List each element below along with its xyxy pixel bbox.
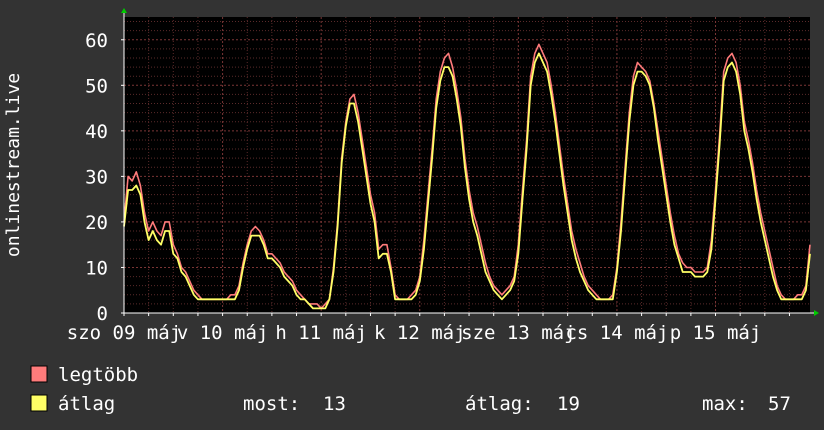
- y-axis-arrow: [121, 8, 127, 13]
- x-tick-label: k 12 máj: [374, 322, 466, 344]
- y-tick-label: 50: [85, 75, 108, 97]
- x-tick-label: cs 14 máj: [565, 322, 668, 344]
- y-tick-label: 30: [85, 166, 108, 188]
- legend-swatch-max: [30, 365, 48, 383]
- chart: 0102030405060 szo 09 májv 10 máj h 11 máj…: [3, 8, 819, 415]
- x-tick-label: p 15 máj: [670, 322, 762, 344]
- stat-max-value: 57: [768, 393, 791, 415]
- x-tick-label: sze 13 máj: [461, 322, 575, 344]
- stat-max-label: max:: [702, 393, 748, 415]
- legend-label-max: legtöbb: [58, 364, 138, 386]
- x-axis-arrow: [814, 310, 819, 316]
- y-tick-label: 20: [85, 212, 108, 234]
- y-tick-label: 40: [85, 121, 108, 143]
- stat-now-label: most:: [243, 393, 300, 415]
- legend-swatch-avg: [30, 394, 48, 412]
- x-tick-label: v 10 máj: [177, 322, 269, 344]
- x-tick-label: szo 09 máj: [67, 322, 181, 344]
- y-tick-label: 60: [85, 30, 108, 52]
- stat-avg-label: átlag:: [465, 393, 534, 415]
- y-axis-ticks: 0102030405060: [85, 30, 108, 325]
- stat-avg-value: 19: [557, 393, 580, 415]
- x-axis-ticks: szo 09 májv 10 máj h 11 máj k 12 májsze 13…: [67, 322, 761, 344]
- y-axis-label: onlinestream.live: [3, 73, 24, 257]
- x-tick-label: h 11 máj: [275, 322, 367, 344]
- y-tick-label: 10: [85, 257, 108, 279]
- legend-label-avg: átlag: [58, 393, 115, 415]
- stat-now-value: 13: [323, 393, 346, 415]
